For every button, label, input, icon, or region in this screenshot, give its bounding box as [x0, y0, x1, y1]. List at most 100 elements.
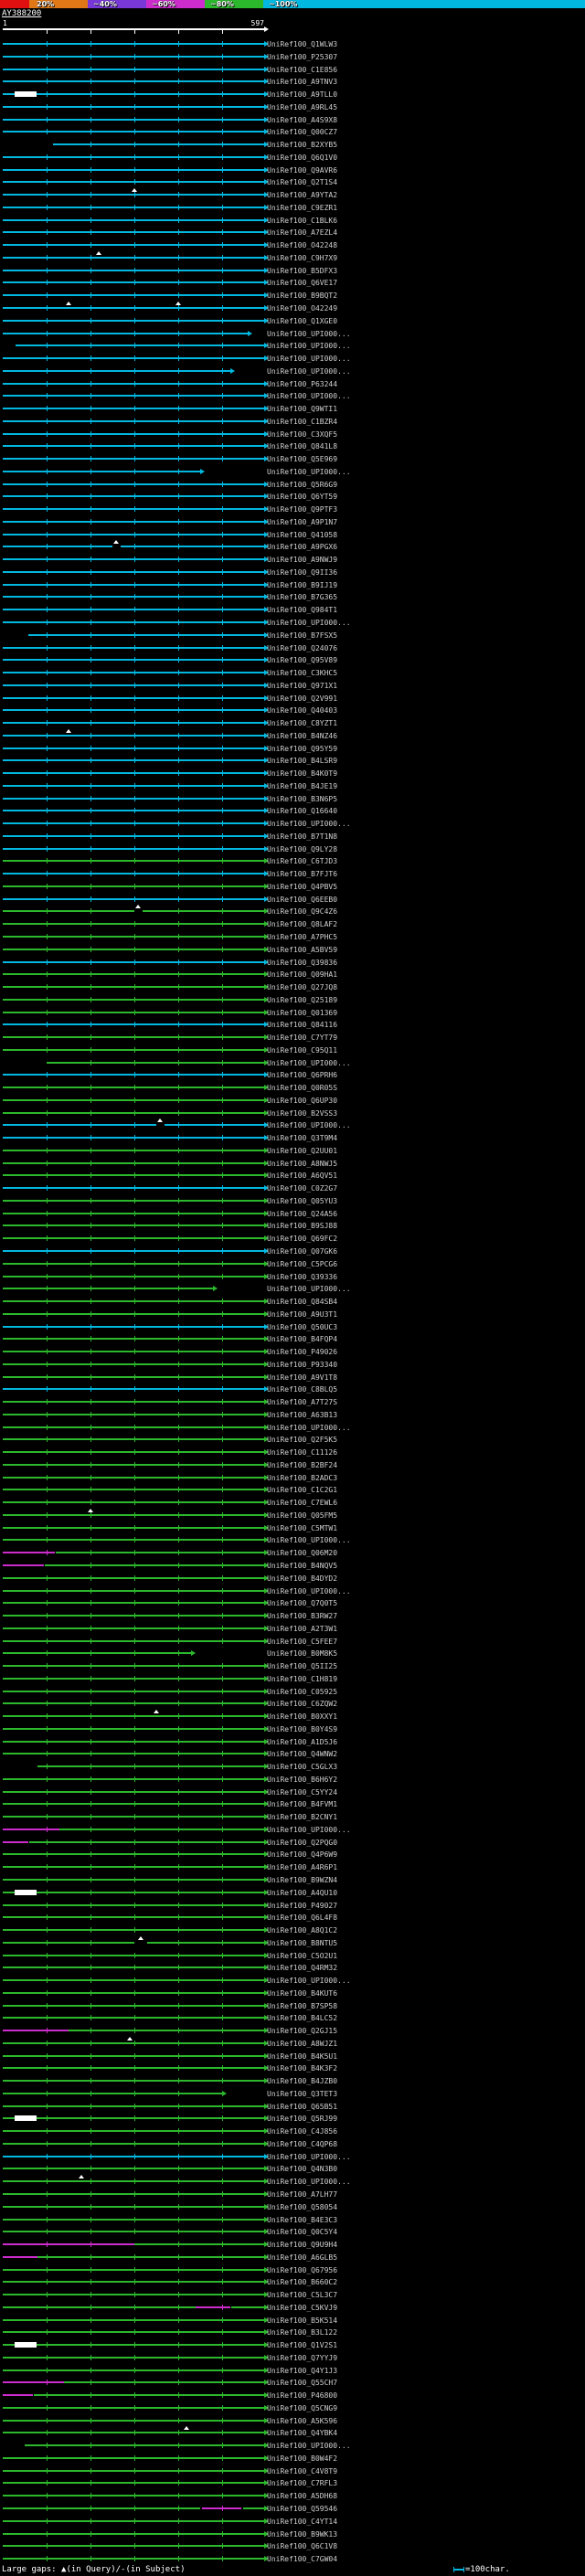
alignment-hit-row[interactable]: UniRef100_C6ZQW2	[0, 1697, 585, 1710]
alignment-hit-row[interactable]: UniRef100_Q6EEB0	[0, 893, 585, 906]
hit-accession-label[interactable]: UniRef100_B8NTU5	[267, 1939, 337, 1947]
alignment-hit-row[interactable]: UniRef100_B4NQV5	[0, 1559, 585, 1572]
alignment-hit-row[interactable]: UniRef100_Q05FM5	[0, 1508, 585, 1521]
alignment-hit-row[interactable]: UniRef100_B0M8K5	[0, 1647, 585, 1659]
hit-accession-label[interactable]: UniRef100_Q6PRH6	[267, 1071, 337, 1079]
hit-accession-label[interactable]: UniRef100_Q5R6G9	[267, 481, 337, 489]
hit-accession-label[interactable]: UniRef100_Q05YU3	[267, 1197, 337, 1205]
alignment-hit-row[interactable]: UniRef100_Q00CZ7	[0, 125, 585, 138]
hit-accession-label[interactable]: UniRef100_A4QU10	[267, 1889, 337, 1897]
alignment-hit-row[interactable]: UniRef100_Q6UP30	[0, 1094, 585, 1107]
alignment-hit-row[interactable]: UniRef100_Q2F5K5	[0, 1433, 585, 1446]
hit-accession-label[interactable]: UniRef100_Q1V2S1	[267, 2341, 337, 2349]
alignment-hit-row[interactable]: UniRef100_A7EZL4	[0, 226, 585, 239]
hit-accession-label[interactable]: UniRef100_UPI000...	[267, 1536, 351, 1544]
hit-accession-label[interactable]: UniRef100_A8NWJ5	[267, 1160, 337, 1168]
alignment-hit-row[interactable]: UniRef100_Q6PRH6	[0, 1068, 585, 1081]
alignment-hit-row[interactable]: UniRef100_Q2T1S4	[0, 175, 585, 188]
alignment-hit-row[interactable]: UniRef100_UPI000...	[0, 1585, 585, 1597]
hit-accession-label[interactable]: UniRef100_B2VSS3	[267, 1109, 337, 1118]
alignment-hit-row[interactable]: UniRef100_B0XXY1	[0, 1710, 585, 1723]
hit-accession-label[interactable]: UniRef100_Q50UC3	[267, 1323, 337, 1331]
alignment-hit-row[interactable]: UniRef100_B4FVM1	[0, 1797, 585, 1810]
alignment-hit-row[interactable]: UniRef100_Q5II25	[0, 1659, 585, 1672]
hit-accession-label[interactable]: UniRef100_Q841L8	[267, 442, 337, 451]
alignment-hit-row[interactable]: UniRef100_UPI000...	[0, 465, 585, 478]
hit-accession-label[interactable]: UniRef100_Q3TET3	[267, 2090, 337, 2098]
hit-accession-label[interactable]: UniRef100_Q39836	[267, 959, 337, 967]
hit-accession-label[interactable]: UniRef100_P93340	[267, 1361, 337, 1369]
alignment-hit-row[interactable]: UniRef100_UPI000...	[0, 2175, 585, 2188]
hit-accession-label[interactable]: UniRef100_Q9U9H4	[267, 2241, 337, 2249]
hit-accession-label[interactable]: UniRef100_B7FSX5	[267, 631, 337, 640]
hit-accession-label[interactable]: UniRef100_Q9LY28	[267, 845, 337, 853]
hit-accession-label[interactable]: UniRef100_C5PCG6	[267, 1260, 337, 1268]
alignment-hit-row[interactable]: UniRef100_Q6Q1V0	[0, 151, 585, 164]
alignment-hit-row[interactable]: UniRef100_Q95Y59	[0, 742, 585, 755]
hit-accession-label[interactable]: UniRef100_C5FEE7	[267, 1638, 337, 1646]
alignment-hit-row[interactable]: UniRef100_B3N6P5	[0, 792, 585, 805]
hit-accession-label[interactable]: UniRef100_Q69FC2	[267, 1235, 337, 1243]
alignment-hit-row[interactable]: UniRef100_A8NWJ5	[0, 1157, 585, 1170]
alignment-hit-row[interactable]: UniRef100_Q67956	[0, 2263, 585, 2276]
hit-accession-label[interactable]: UniRef100_Q5E969	[267, 455, 337, 463]
alignment-hit-row[interactable]: UniRef100_C6TJD3	[0, 854, 585, 867]
alignment-hit-row[interactable]: UniRef100_C9H7X9	[0, 250, 585, 264]
hit-accession-label[interactable]: UniRef100_B2XYB5	[267, 141, 337, 149]
hit-accession-label[interactable]: UniRef100_UPI000...	[267, 1424, 351, 1432]
hit-accession-label[interactable]: UniRef100_Q971X1	[267, 682, 337, 690]
hit-accession-label[interactable]: UniRef100_A7LH77	[267, 2190, 337, 2199]
alignment-hit-row[interactable]: UniRef100_Q05YU3	[0, 1194, 585, 1207]
hit-accession-label[interactable]: UniRef100_Q0R05S	[267, 1084, 337, 1092]
alignment-hit-row[interactable]: UniRef100_B660C2	[0, 2275, 585, 2288]
hit-accession-label[interactable]: UniRef100_UPI000...	[267, 2442, 351, 2450]
alignment-hit-row[interactable]: UniRef100_Q5CNG9	[0, 2401, 585, 2414]
alignment-hit-row[interactable]: UniRef100_UPI000...	[0, 817, 585, 830]
hit-accession-label[interactable]: UniRef100_B4NQV5	[267, 1562, 337, 1570]
hit-accession-label[interactable]: UniRef100_C95Q11	[267, 1046, 337, 1055]
hit-accession-label[interactable]: UniRef100_Q84SB4	[267, 1298, 337, 1306]
alignment-hit-row[interactable]: UniRef100_C11126	[0, 1446, 585, 1458]
alignment-hit-row[interactable]: UniRef100_C95Q11	[0, 1044, 585, 1056]
hit-accession-label[interactable]: UniRef100_B4LSR9	[267, 757, 337, 765]
hit-accession-label[interactable]: UniRef100_P49026	[267, 1348, 337, 1356]
alignment-hit-row[interactable]: UniRef100_A7PHC5	[0, 930, 585, 943]
alignment-hit-row[interactable]: UniRef100_UPI000...	[0, 1118, 585, 1131]
alignment-hit-row[interactable]: UniRef100_C0Z2G7	[0, 1182, 585, 1194]
hit-accession-label[interactable]: UniRef100_A9P1N7	[267, 518, 337, 526]
hit-accession-label[interactable]: UniRef100_C4V8T9	[267, 2467, 337, 2475]
hit-accession-label[interactable]: UniRef100_Q59546	[267, 2505, 337, 2513]
alignment-hit-row[interactable]: UniRef100_A9PGX6	[0, 540, 585, 553]
hit-accession-label[interactable]: UniRef100_B660C2	[267, 2278, 337, 2286]
alignment-hit-row[interactable]: UniRef100_B9WZN4	[0, 1873, 585, 1886]
hit-accession-label[interactable]: UniRef100_C0Z2G7	[267, 1184, 337, 1193]
hit-accession-label[interactable]: UniRef100_B9IJ19	[267, 581, 337, 589]
hit-accession-label[interactable]: UniRef100_C7RFL3	[267, 2479, 337, 2487]
alignment-hit-row[interactable]: UniRef100_UPI000...	[0, 365, 585, 377]
alignment-hit-row[interactable]: UniRef100_B9IJ19	[0, 578, 585, 591]
alignment-hit-row[interactable]: UniRef100_Q5RJ99	[0, 2112, 585, 2125]
alignment-hit-row[interactable]: UniRef100_P46800	[0, 2389, 585, 2401]
hit-accession-label[interactable]: UniRef100_Q24A56	[267, 1210, 337, 1218]
alignment-hit-row[interactable]: UniRef100_A4R6P1	[0, 1860, 585, 1873]
hit-accession-label[interactable]: UniRef100_P49027	[267, 1902, 337, 1910]
alignment-hit-row[interactable]: UniRef100_B9BQT2	[0, 289, 585, 302]
alignment-hit-row[interactable]: UniRef100_Q24076	[0, 641, 585, 654]
alignment-hit-row[interactable]: UniRef100_Q5E969	[0, 452, 585, 465]
alignment-hit-row[interactable]: UniRef100_B4K0T9	[0, 767, 585, 779]
alignment-hit-row[interactable]: UniRef100_Q0R05S	[0, 1081, 585, 1094]
alignment-hit-row[interactable]: UniRef100_C7RFL3	[0, 2476, 585, 2489]
hit-accession-label[interactable]: UniRef100_A7T27S	[267, 1398, 337, 1406]
hit-accession-label[interactable]: UniRef100_Q67956	[267, 2266, 337, 2274]
hit-accession-label[interactable]: UniRef100_B4FQP4	[267, 1335, 337, 1343]
hit-accession-label[interactable]: UniRef100_UPI000...	[267, 367, 351, 376]
hit-accession-label[interactable]: UniRef100_Q6YT59	[267, 493, 337, 501]
hit-accession-label[interactable]: UniRef100_C5L3C7	[267, 2291, 337, 2299]
alignment-hit-row[interactable]: UniRef100_A8Q1C2	[0, 1924, 585, 1936]
hit-accession-label[interactable]: UniRef100_UPI000...	[267, 2178, 351, 2186]
hit-accession-label[interactable]: UniRef100_Q1XGE0	[267, 317, 337, 325]
alignment-hit-row[interactable]: UniRef100_A9V1T8	[0, 1371, 585, 1383]
hit-accession-label[interactable]: UniRef100_C4QP68	[267, 2140, 337, 2148]
hit-accession-label[interactable]: UniRef100_B9WZN4	[267, 1876, 337, 1884]
hit-accession-label[interactable]: UniRef100_Q6VE17	[267, 279, 337, 287]
